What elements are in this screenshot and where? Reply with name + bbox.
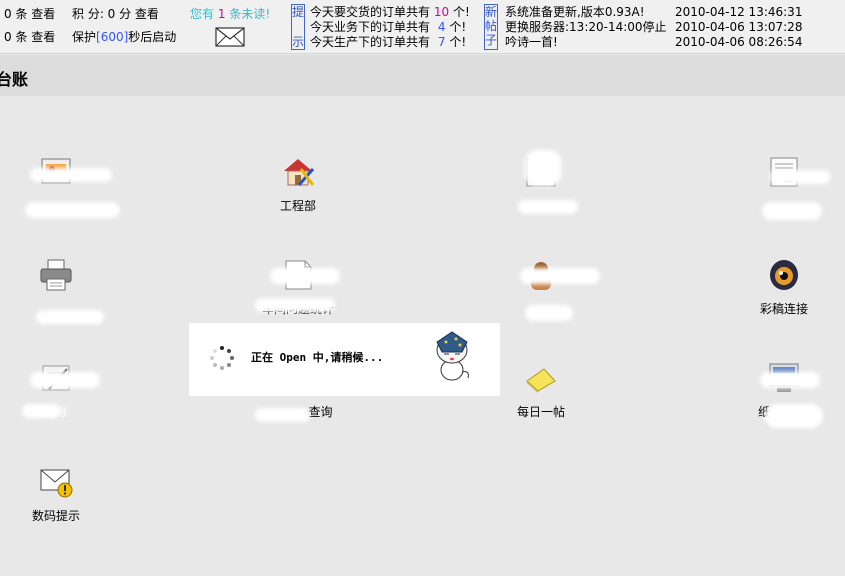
protect-seconds: [600] — [96, 30, 129, 44]
order-count: 7 — [437, 35, 446, 49]
redaction-blob — [765, 404, 823, 428]
sticky-note-icon — [526, 368, 556, 393]
order-line-2[interactable]: 今天业务下的订单共有 4 个! — [310, 20, 466, 34]
post-time-3: 2010-04-06 08:26:54 — [675, 35, 803, 49]
order-suffix: 个! — [452, 5, 470, 19]
mail-icon[interactable] — [215, 27, 245, 47]
unread-suffix: 条未读! — [229, 7, 271, 21]
spinner-icon — [210, 346, 234, 370]
redaction-blob — [518, 200, 578, 214]
page-title: 台账 — [0, 70, 29, 89]
redaction-blob — [25, 202, 120, 218]
unread-prefix: 您有 — [190, 7, 215, 21]
envelope-warning-icon — [40, 469, 73, 498]
post-title-3[interactable]: 吟诗一首! — [505, 35, 558, 49]
order-suffix: 个! — [449, 20, 467, 34]
app-label: 每日一帖 — [516, 405, 565, 419]
redaction-blob — [525, 150, 561, 186]
loading-text: 正在 Open 中,请稍候... — [251, 351, 384, 364]
app-label: 彩稿连接 — [759, 302, 808, 316]
order-prefix: 今天要交货的订单共有 — [310, 5, 431, 19]
order-prefix: 今天业务下的订单共有 — [310, 20, 431, 34]
newpost-label-box: 新 帖 子 — [484, 4, 498, 50]
printer-icon — [40, 259, 72, 291]
post-title-1[interactable]: 系统准备更新,版本0.93A! — [505, 5, 645, 19]
redaction-blob — [30, 372, 100, 388]
house-tools-icon — [284, 159, 315, 186]
redaction-blob — [525, 305, 573, 321]
redaction-blob — [255, 408, 310, 422]
redaction-blob — [762, 202, 822, 220]
order-count: 4 — [437, 20, 446, 34]
cat-mascot-icon — [436, 331, 469, 381]
redaction-blob — [520, 268, 600, 284]
app-tile[interactable]: 彩稿连接 — [724, 258, 844, 317]
tip-char-1: 提 — [292, 5, 305, 19]
app-tile[interactable]: 工程部 — [238, 155, 358, 214]
tip-char-2: 示 — [292, 35, 305, 49]
redaction-blob — [770, 170, 830, 184]
app-tile[interactable] — [0, 258, 116, 300]
protect-suffix: 秒后启动 — [128, 30, 177, 44]
msg-count-link[interactable]: 0 条 查看 — [4, 7, 55, 21]
redaction-blob — [255, 298, 335, 312]
loading-dialog: 正在 Open 中,请稍候... — [189, 323, 500, 396]
redaction-blob — [36, 310, 104, 324]
unread-count: 1 — [217, 7, 226, 21]
points-display[interactable]: 积 分: 0 分 查看 — [72, 7, 159, 21]
newpost-char-2: 帖 — [485, 19, 498, 33]
eye-icon — [770, 260, 798, 290]
post-title-2[interactable]: 更换服务器:13:20-14:00停止 — [505, 20, 667, 34]
app-tile[interactable]: 数码提示 — [0, 465, 116, 524]
order-prefix: 今天生产下的订单共有 — [310, 35, 431, 49]
unread-notice[interactable]: 您有 1 条未读! — [190, 7, 270, 21]
redaction-blob — [270, 268, 340, 284]
protect-timer: 保护[600]秒后启动 — [72, 30, 176, 44]
redaction-blob — [760, 372, 820, 388]
post-time-1: 2010-04-12 13:46:31 — [675, 5, 803, 19]
app-label: 工程部 — [279, 199, 316, 213]
newpost-char-1: 新 — [485, 5, 498, 19]
order-suffix: 个! — [449, 35, 467, 49]
tip-label-box: 提 示 — [291, 4, 305, 50]
order-line-1[interactable]: 今天要交货的订单共有 10 个! — [310, 5, 470, 19]
redaction-blob — [22, 404, 60, 418]
order-line-3[interactable]: 今天生产下的订单共有 7 个! — [310, 35, 466, 49]
section-header: 台账 — [0, 55, 845, 96]
app-label: 数码提示 — [31, 509, 80, 523]
protect-prefix: 保护 — [72, 30, 97, 44]
redaction-blob — [30, 168, 112, 182]
newpost-char-3: 子 — [485, 33, 498, 47]
post-time-2: 2010-04-06 13:07:28 — [675, 20, 803, 34]
top-status-bar: 0 条 查看 积 分: 0 分 查看 您有 1 条未读! 0 条 查看 保护[6… — [0, 0, 845, 54]
msg-count-link-2[interactable]: 0 条 查看 — [4, 30, 55, 44]
order-count: 10 — [433, 5, 450, 19]
